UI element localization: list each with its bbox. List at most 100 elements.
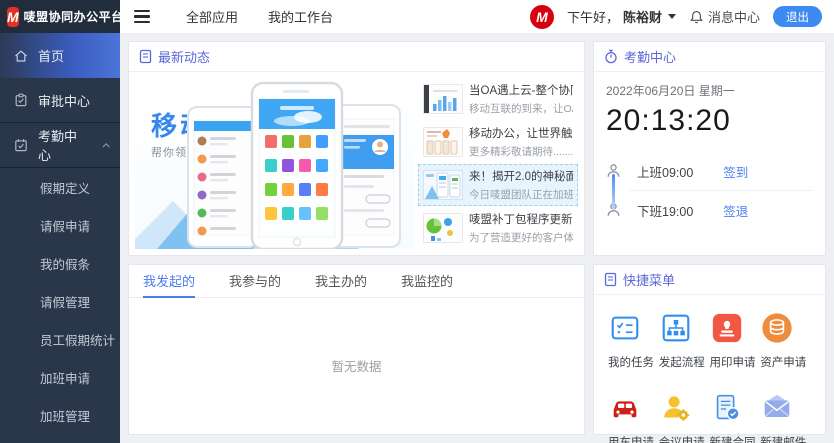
- quick-item-vehicle-request[interactable]: 用车申请: [608, 391, 659, 443]
- quick-item-label: 会议申请: [659, 434, 705, 443]
- sidebar-subitem-leave-management[interactable]: 请假管理: [0, 282, 120, 320]
- latest-news-header: 最新动态: [129, 42, 584, 72]
- news-title: 当OA遇上云-整个协同OA: [469, 82, 573, 98]
- message-center-link[interactable]: 消息中心: [689, 7, 760, 26]
- sidebar-subitem-overtime-management[interactable]: 加班管理: [0, 396, 120, 434]
- attendance-panel: 考勤中心 2022年06月20日 星期一 20:13:20 上班09:00 签到: [593, 41, 826, 256]
- sidebar-item-home[interactable]: 首页: [0, 33, 120, 78]
- latest-news-title: 最新动态: [158, 47, 210, 66]
- attendance-title: 考勤中心: [624, 47, 676, 66]
- sidebar: 首页 审批中心 考勤中心 假期定义 请假申请 我的假条 请假管理 员工假期统计 …: [0, 33, 120, 443]
- news-thumbnail: [423, 170, 463, 200]
- news-desc: 今日唛盟团队正在加班加点，: [469, 187, 573, 202]
- approval-icon: [14, 93, 28, 107]
- task-icon: [608, 311, 642, 345]
- sidebar-subitem-overtime-request[interactable]: 加班申请: [0, 358, 120, 396]
- car-icon: [608, 391, 642, 425]
- clock-out-label: 下班19:00: [637, 201, 693, 220]
- tab-monitored-by-me[interactable]: 我监控的: [401, 265, 453, 298]
- latest-news-panel: 最新动态 移动办公 帮你领先同行 把工作带出办公室: [128, 41, 585, 256]
- quick-item-new-mail[interactable]: 新建邮件: [760, 391, 811, 443]
- nav-my-workbench[interactable]: 我的工作台: [268, 7, 333, 26]
- news-title: 来！揭开2.0的神秘面纱-: [469, 168, 573, 184]
- menu-toggle-icon[interactable]: [130, 6, 154, 27]
- empty-state-text: 暂无数据: [129, 298, 584, 375]
- chevron-down-icon: [668, 14, 676, 19]
- news-item[interactable]: 移动办公，让世界触手可 更多精彩敬请期待........: [418, 121, 578, 164]
- quick-item-label: 新建邮件: [760, 434, 806, 443]
- attendance-header: 考勤中心: [594, 42, 825, 72]
- sidebar-subitem-employee-holiday-stats[interactable]: 员工假期统计: [0, 320, 120, 358]
- meeting-icon: [659, 391, 693, 425]
- tab-initiated-by-me[interactable]: 我发起的: [143, 265, 195, 298]
- quick-item-new-contract[interactable]: 新建合同: [710, 391, 761, 443]
- tasks-tab-bar: 我发起的 我参与的 我主办的 我监控的: [129, 265, 584, 298]
- sidebar-subitem-holiday-definition[interactable]: 假期定义: [0, 168, 120, 206]
- quick-item-meeting-request[interactable]: 会议申请: [659, 391, 710, 443]
- attendance-icon: [14, 138, 28, 152]
- news-desc: 移动互联的到来，让OA与云: [469, 101, 573, 116]
- attendance-clock: 20:13:20: [606, 104, 813, 138]
- news-list: 当OA遇上云-整个协同OA 移动互联的到来，让OA与云 移动办公，让世界触手可 …: [418, 78, 578, 249]
- clock-in-link[interactable]: 签到: [723, 162, 748, 181]
- quick-item-label: 用印申请: [710, 354, 756, 370]
- clock-in-row: 上班09:00 签到: [606, 152, 813, 190]
- tab-hosted-by-me[interactable]: 我主办的: [315, 265, 367, 298]
- home-icon: [14, 49, 28, 63]
- quick-menu-header: 快捷菜单: [594, 265, 825, 295]
- clock-out-row: 下班19:00 签退: [606, 191, 813, 229]
- flow-icon: [659, 311, 693, 345]
- asset-icon: [760, 311, 794, 345]
- news-item[interactable]: 当OA遇上云-整个协同OA 移动互联的到来，让OA与云: [418, 78, 578, 121]
- timeline-connector: [612, 174, 615, 210]
- stamp-icon: [710, 311, 744, 345]
- stopwatch-icon: [604, 49, 618, 64]
- logout-button[interactable]: 退出: [773, 6, 822, 27]
- user-greeting[interactable]: 下午好，陈裕财: [567, 7, 676, 26]
- news-thumbnail: [423, 127, 463, 157]
- clock-out-link[interactable]: 签退: [723, 201, 748, 220]
- phones-graphic: [180, 79, 412, 249]
- quick-menu-title: 快捷菜单: [623, 270, 675, 289]
- message-center-label: 消息中心: [708, 7, 760, 26]
- attendance-date: 2022年06月20日 星期一: [606, 82, 813, 99]
- contract-icon: [710, 391, 744, 425]
- sidebar-item-attendance-center[interactable]: 考勤中心: [0, 123, 120, 168]
- nav-all-apps[interactable]: 全部应用: [186, 7, 238, 26]
- sidebar-subitem-my-leave-notes[interactable]: 我的假条: [0, 244, 120, 282]
- news-thumbnail: [423, 84, 463, 114]
- app-root: M 唛盟协同办公平台 全部应用 我的工作台 M 下午好，陈裕财 消息中心 退出 …: [0, 0, 834, 443]
- app-title: 唛盟协同办公平台: [24, 8, 124, 25]
- quick-item-asset-request[interactable]: 资产申请: [760, 311, 811, 370]
- mail-icon: [760, 391, 794, 425]
- news-item[interactable]: 唛盟补丁包程序更新 为了营造更好的客户体验，唛: [418, 206, 578, 249]
- quick-item-seal-request[interactable]: 用印申请: [710, 311, 761, 370]
- quick-item-label: 用车申请: [608, 434, 654, 443]
- quick-item-label: 发起流程: [659, 354, 705, 370]
- sidebar-subitem-leave-request[interactable]: 请假申请: [0, 206, 120, 244]
- sidebar-item-label: 审批中心: [38, 91, 90, 110]
- main-content: 最新动态 移动办公 帮你领先同行 把工作带出办公室: [120, 33, 834, 443]
- quick-menu-grid: 我的任务 发起流程 用印申请 资产申请: [594, 295, 825, 443]
- sidebar-item-approval-center[interactable]: 审批中心: [0, 78, 120, 123]
- chevron-up-icon: [102, 142, 110, 149]
- bell-icon: [689, 9, 704, 25]
- promo-banner[interactable]: 移动办公 帮你领先同行 把工作带出办公室: [135, 78, 414, 249]
- greeting-text: 下午好，: [567, 7, 619, 26]
- user-avatar[interactable]: M: [530, 5, 554, 29]
- header-right: M 下午好，陈裕财 消息中心 退出: [530, 5, 834, 29]
- news-title: 唛盟补丁包程序更新: [469, 211, 573, 227]
- quick-item-label: 新建合同: [710, 434, 756, 443]
- quick-item-label: 我的任务: [608, 354, 654, 370]
- tab-participated-by-me[interactable]: 我参与的: [229, 265, 281, 298]
- top-nav: 全部应用 我的工作台: [186, 7, 333, 26]
- top-header: M 唛盟协同办公平台 全部应用 我的工作台 M 下午好，陈裕财 消息中心 退出: [0, 0, 834, 33]
- document-icon: [139, 49, 152, 64]
- brand-logo-icon: M: [7, 7, 19, 27]
- sidebar-item-label: 考勤中心: [38, 126, 82, 164]
- quick-item-start-flow[interactable]: 发起流程: [659, 311, 710, 370]
- news-thumbnail: [423, 213, 463, 243]
- quick-item-my-tasks[interactable]: 我的任务: [608, 311, 659, 370]
- news-item-highlighted[interactable]: 来！揭开2.0的神秘面纱- 今日唛盟团队正在加班加点，: [418, 164, 578, 207]
- clock-in-label: 上班09:00: [637, 162, 693, 181]
